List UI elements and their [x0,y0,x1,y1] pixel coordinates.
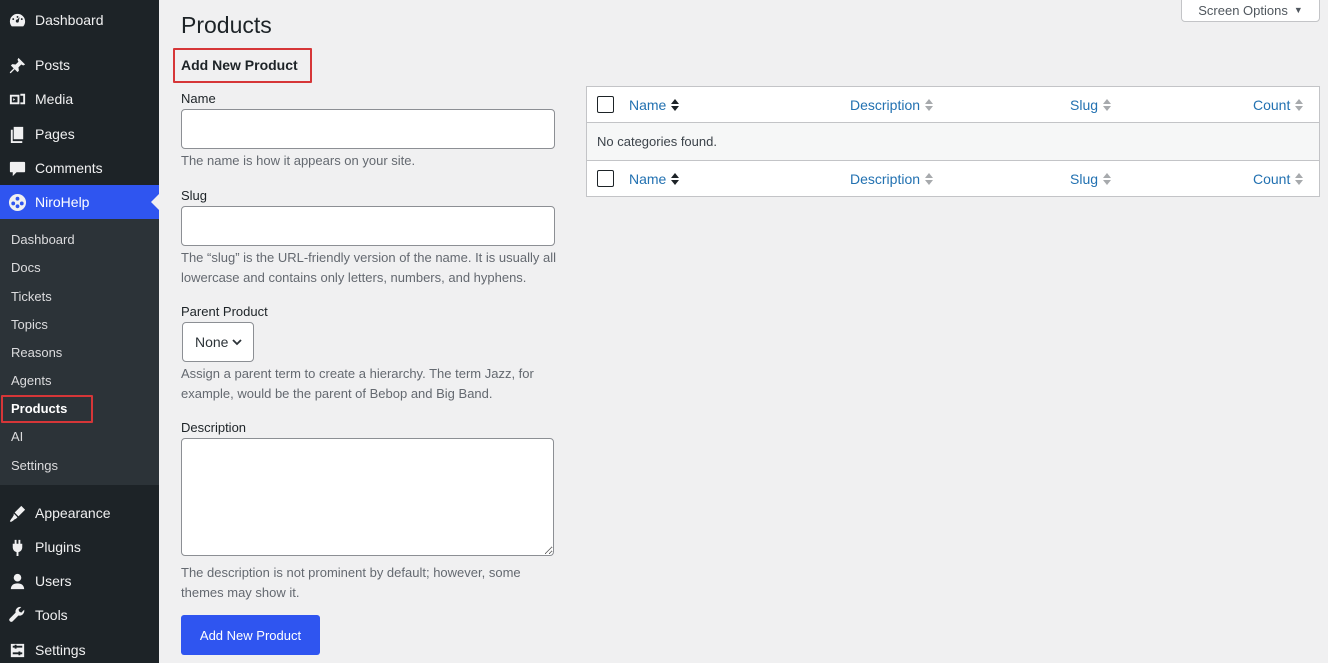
column-slug-footer[interactable]: Slug [1070,170,1112,187]
select-all-checkbox-footer[interactable] [597,170,614,187]
sidebar-item-label: Tools [35,607,68,623]
name-input[interactable] [181,109,555,149]
column-description-label: Description [850,170,921,187]
column-count[interactable]: Count [1253,96,1304,113]
screen-options-label: Screen Options [1198,2,1288,18]
sidebar-item-label: Settings [35,642,86,658]
sort-icon [1295,98,1304,111]
sidebar-item-label: Dashboard [35,12,104,28]
column-slug[interactable]: Slug [1070,96,1112,113]
submenu-item-dashboard[interactable]: Dashboard [11,232,75,247]
user-icon [7,571,27,591]
table-footer-row: Name Description Slug Count [587,160,1319,196]
sort-icon [1103,98,1112,111]
empty-table-row: No categories found. [587,123,1319,160]
parent-product-select[interactable]: None [182,322,254,362]
caret-down-icon: ▼ [1293,5,1303,15]
settings-icon [7,640,27,660]
column-name[interactable]: Name [629,96,680,113]
sort-icon [671,98,680,111]
sidebar-item-label: Appearance [35,505,111,521]
sidebar-item-label: Media [35,91,74,107]
parent-help-text: Assign a parent term to create a hierarc… [181,366,534,401]
column-count-footer[interactable]: Count [1253,170,1304,187]
submenu-item-settings[interactable]: Settings [11,458,58,473]
sidebar-item-label: Posts [35,57,71,73]
brush-icon [7,503,27,523]
column-name-label: Name [629,96,667,113]
submenu-item-tickets[interactable]: Tickets [11,289,52,304]
sidebar-item-comments[interactable]: Comments [0,151,159,185]
sidebar-item-appearance[interactable]: Appearance [0,496,159,530]
slug-label: Slug [181,188,208,203]
page-title: Products [181,12,272,38]
terms-table: Name Description Slug Count No categorie… [586,86,1320,197]
nirohelp-icon [7,192,27,212]
dashboard-icon [7,10,27,30]
admin-sidebar: Dashboard Posts Media Pages Comments Nir… [0,0,159,663]
sidebar-item-posts[interactable]: Posts [0,48,159,82]
slug-help-text: The “slug” is the URL-friendly version o… [181,250,556,285]
add-new-product-button[interactable]: Add New Product [181,615,320,655]
parent-product-label: Parent Product [181,304,268,319]
description-label: Description [181,420,247,435]
sidebar-item-label: Plugins [35,539,81,555]
slug-input[interactable] [181,206,555,246]
column-name-label: Name [629,170,667,187]
comment-icon [7,158,27,178]
sidebar-item-media[interactable]: Media [0,82,159,116]
sidebar-item-tools[interactable]: Tools [0,598,159,632]
submenu-item-docs[interactable]: Docs [11,260,41,275]
column-slug-label: Slug [1070,170,1099,187]
media-icon [7,89,27,109]
table-header-row: Name Description Slug Count [587,87,1319,123]
sidebar-item-pages[interactable]: Pages [0,117,159,151]
column-description-footer[interactable]: Description [850,170,934,187]
sidebar-item-settings[interactable]: Settings [0,633,159,663]
sidebar-item-dashboard[interactable]: Dashboard [0,3,159,37]
pin-icon [7,55,27,75]
empty-message: No categories found. [597,134,717,149]
description-textarea[interactable] [181,438,554,556]
sidebar-item-nirohelp[interactable]: NiroHelp [0,185,159,219]
sort-icon [925,172,934,185]
sort-icon [671,172,680,185]
sidebar-item-label: Users [35,573,72,589]
sort-icon [1103,172,1112,185]
parent-product-value: None [195,334,229,350]
wrench-icon [7,605,27,625]
chevron-down-icon [232,339,243,346]
name-label: Name [181,91,216,106]
submenu-item-reasons[interactable]: Reasons [11,345,62,360]
select-all-checkbox[interactable] [597,96,614,113]
column-count-label: Count [1253,96,1291,113]
sidebar-item-label: NiroHelp [35,194,90,210]
sidebar-item-label: Comments [35,160,103,176]
column-description[interactable]: Description [850,96,934,113]
column-count-label: Count [1253,170,1291,187]
name-help-text: The name is how it appears on your site. [181,153,416,168]
submenu-item-agents[interactable]: Agents [11,373,51,388]
sort-icon [1295,172,1304,185]
description-help-text: The description is not prominent by defa… [181,565,521,600]
sidebar-item-users[interactable]: Users [0,564,159,598]
submenu-item-topics[interactable]: Topics [11,317,48,332]
screen-options-button[interactable]: Screen Options ▼ [1181,0,1320,22]
submenu-item-ai[interactable]: AI [11,429,23,444]
sidebar-item-plugins[interactable]: Plugins [0,530,159,564]
form-heading: Add New Product [181,57,298,73]
column-description-label: Description [850,96,921,113]
plugin-icon [7,537,27,557]
nirohelp-submenu: Dashboard Docs Tickets Topics Reasons Ag… [0,219,159,485]
pages-icon [7,124,27,144]
sort-icon [925,98,934,111]
submenu-item-products[interactable]: Products [11,401,67,416]
column-name-footer[interactable]: Name [629,170,680,187]
column-slug-label: Slug [1070,96,1099,113]
sidebar-item-label: Pages [35,126,75,142]
